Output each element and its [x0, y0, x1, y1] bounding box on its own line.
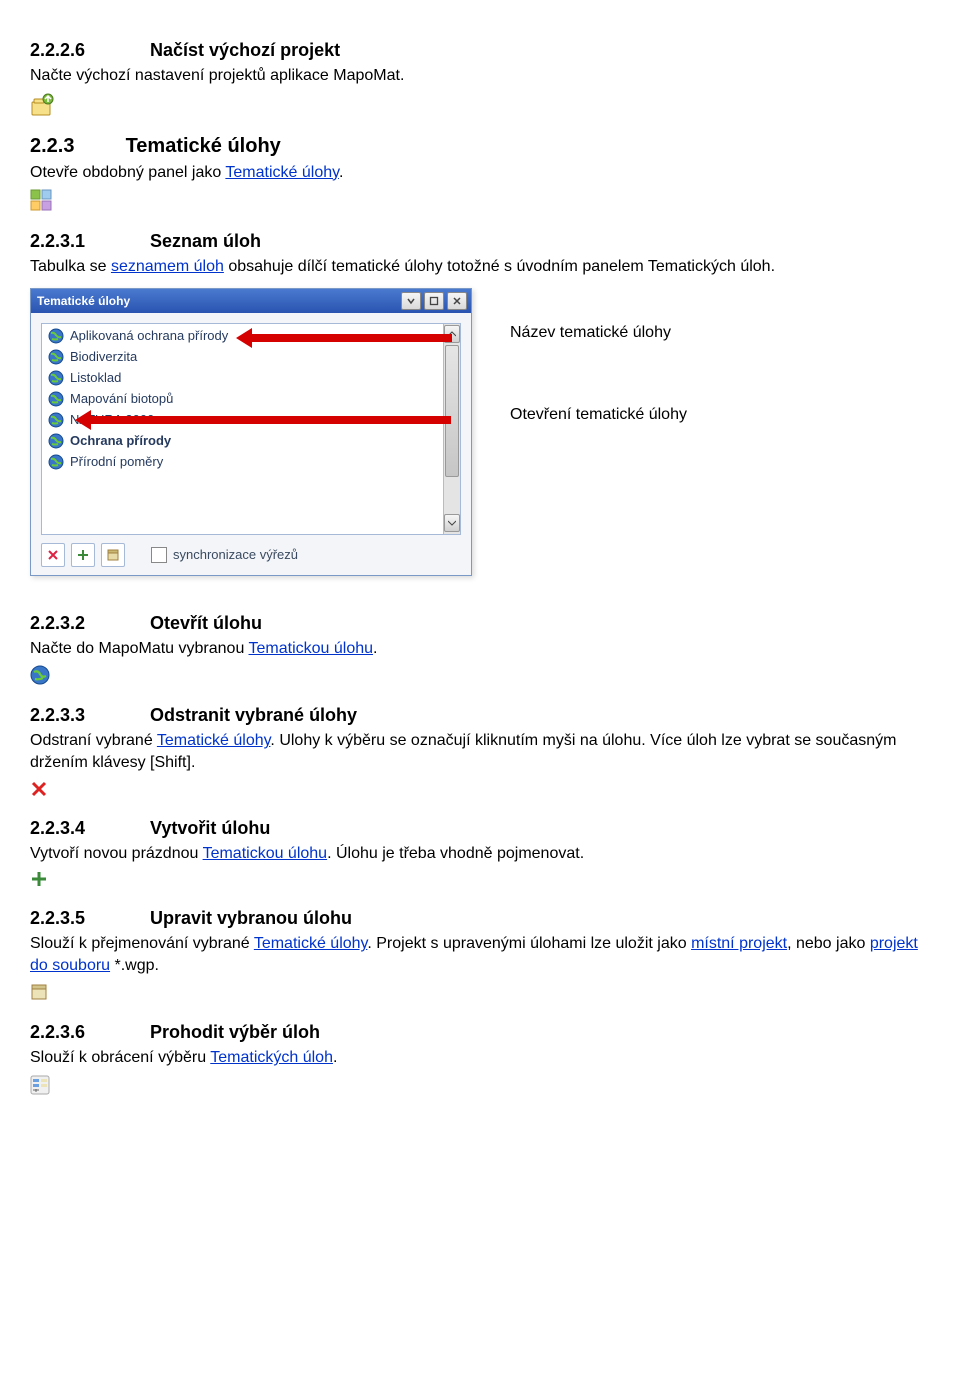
globe-icon	[48, 412, 64, 428]
swap-selection-icon	[30, 1075, 930, 1095]
maximize-button[interactable]	[424, 292, 444, 310]
body-2233: Odstraní vybrané Tematické úlohy. Ulohy …	[30, 730, 930, 773]
globe-icon	[48, 328, 64, 344]
panel-titlebar: Tematické úlohy	[31, 289, 471, 313]
link-thematic-task-2[interactable]: Tematickou úlohu	[203, 845, 328, 862]
callout-arrow-open	[75, 410, 451, 430]
edit-task-button[interactable]	[101, 543, 125, 567]
heading-2233: 2.2.3.3 Odstranit vybrané úlohy	[30, 705, 930, 726]
link-thematic-tasks-3[interactable]: Tematických úloh	[210, 1049, 333, 1066]
body-2234: Vytvoří novou prázdnou Tematickou úlohu.…	[30, 843, 930, 865]
list-item[interactable]: Přírodní poměry	[42, 452, 460, 473]
sync-label: synchronizace výřezů	[173, 547, 298, 562]
link-thematic-task-3[interactable]: Tematické úlohy	[254, 935, 368, 952]
list-item[interactable]: Mapování biotopů	[42, 389, 460, 410]
scroll-down-icon[interactable]	[444, 514, 460, 532]
callout-text-open: Otevření tematické úlohy	[510, 406, 687, 424]
delete-task-button[interactable]	[41, 543, 65, 567]
body-2231: Tabulka se seznamem úloh obsahuje dílčí …	[30, 256, 930, 278]
open-task-globe-icon	[30, 665, 930, 685]
heading-223: 2.2.3 Tematické úlohy	[30, 135, 930, 158]
heading-2236: 2.2.3.6 Prohodit výběr úloh	[30, 1022, 930, 1043]
load-default-project-icon	[30, 93, 930, 117]
globe-icon	[48, 370, 64, 386]
close-button[interactable]	[447, 292, 467, 310]
link-thematic-tasks-2[interactable]: Tematické úlohy	[157, 732, 271, 749]
minimize-button[interactable]	[401, 292, 421, 310]
heading-2231: 2.2.3.1 Seznam úloh	[30, 231, 930, 252]
remove-task-icon	[30, 780, 930, 798]
panel-figure: Tematické úlohy Aplikovaná ochrana př	[30, 288, 930, 593]
globe-icon	[48, 391, 64, 407]
globe-icon	[48, 454, 64, 470]
panel-title: Tematické úlohy	[37, 294, 130, 308]
callout-arrow-name	[236, 328, 452, 348]
thematic-tasks-grid-icon	[30, 189, 930, 211]
sync-checkbox[interactable]	[151, 547, 167, 563]
link-thematic-tasks[interactable]: Tematické úlohy	[225, 164, 339, 181]
body-2235: Slouží k přejmenování vybrané Tematické …	[30, 933, 930, 976]
heading-2235: 2.2.3.5 Upravit vybranou úlohu	[30, 908, 930, 929]
body-2236: Slouží k obrácení výběru Tematických úlo…	[30, 1047, 930, 1069]
body-223: Otevře obdobný panel jako Tematické úloh…	[30, 162, 930, 184]
body-2226: Načte výchozí nastavení projektů aplikac…	[30, 65, 930, 87]
list-item[interactable]: Biodiverzita	[42, 347, 460, 368]
add-task-button[interactable]	[71, 543, 95, 567]
link-local-project[interactable]: místní projekt	[691, 935, 787, 952]
list-item[interactable]: Listoklad	[42, 368, 460, 389]
edit-task-icon	[30, 982, 930, 1002]
callout-text-name: Název tematické úlohy	[510, 324, 671, 342]
panel-toolbar: synchronizace výřezů	[41, 543, 461, 567]
globe-icon	[48, 349, 64, 365]
heading-2234: 2.2.3.4 Vytvořit úlohu	[30, 818, 930, 839]
list-item[interactable]: Ochrana přírody	[42, 431, 460, 452]
link-task-list[interactable]: seznamem úloh	[111, 258, 224, 275]
body-2232: Načte do MapoMatu vybranou Tematickou úl…	[30, 638, 930, 660]
heading-2226: 2.2.2.6 Načíst výchozí projekt	[30, 40, 930, 61]
heading-2232: 2.2.3.2 Otevřít úlohu	[30, 613, 930, 634]
create-task-icon	[30, 870, 930, 888]
link-thematic-task[interactable]: Tematickou úlohu	[249, 640, 374, 657]
globe-icon	[48, 433, 64, 449]
